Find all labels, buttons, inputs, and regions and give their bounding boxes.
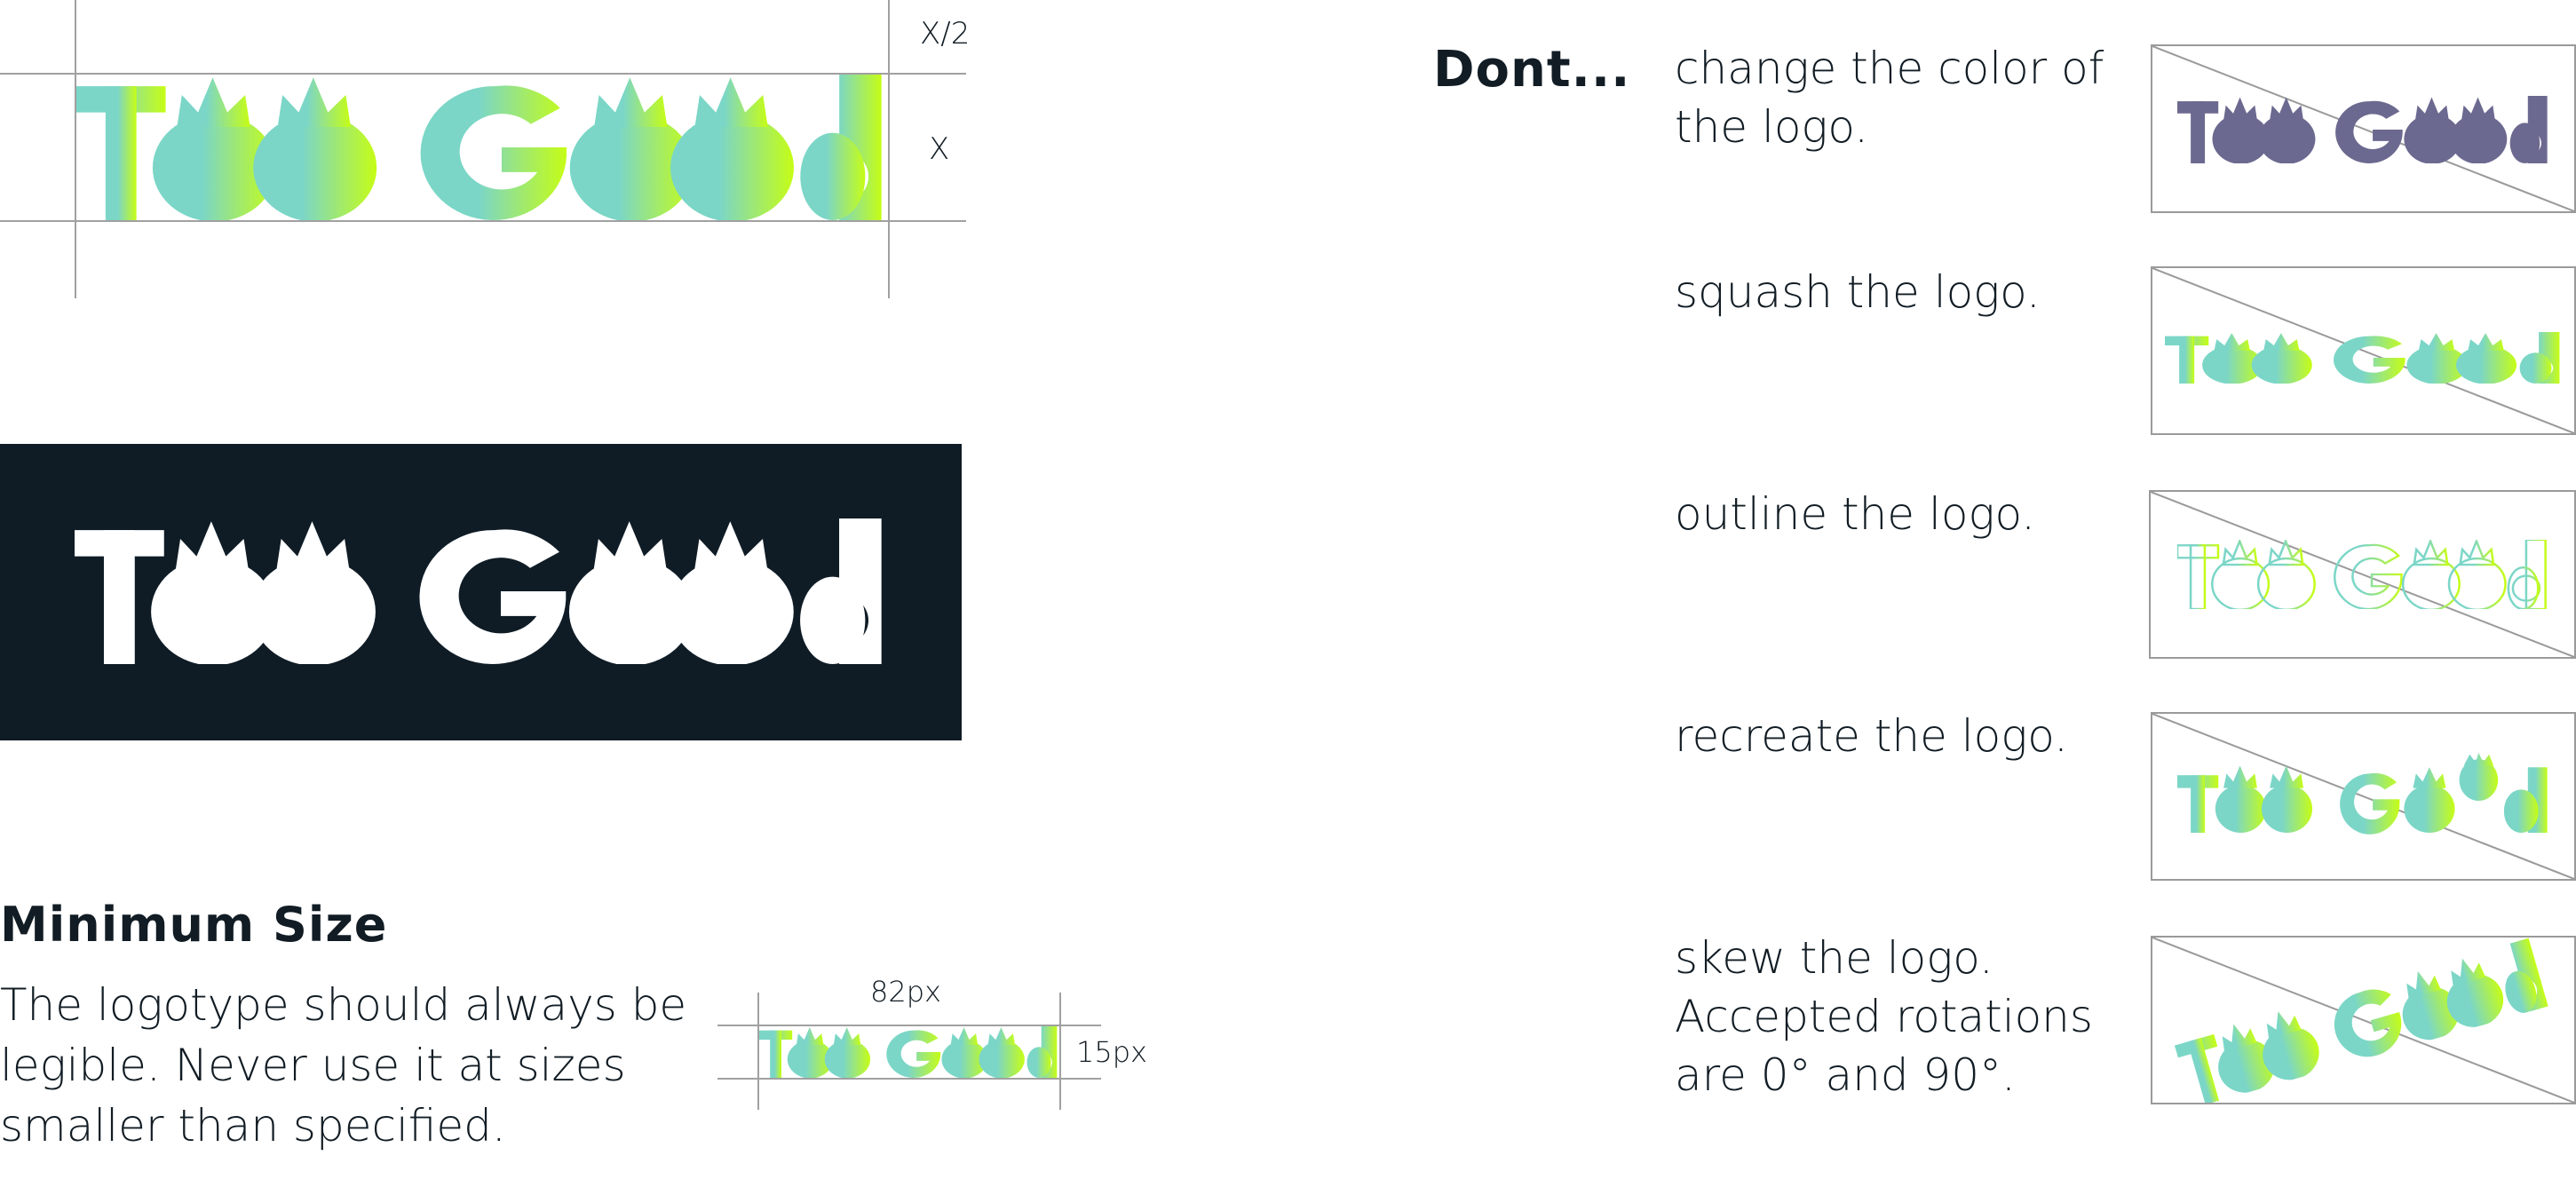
min-guide-right [1059,993,1061,1110]
logo-squashed [2165,332,2563,384]
min-width-label: 82px [870,975,941,1009]
minimum-size-heading: Minimum Size [0,897,388,953]
guide-line-right [888,0,890,298]
primary-logo-gradient [76,75,888,220]
dont-skew-example [2151,936,2576,1104]
guide-line-bottom [0,220,966,222]
dont-text-line: outline the logo. [1675,488,2036,540]
dont-skew-text: skew the logo. Accepted rotations are 0°… [1675,929,2093,1104]
dont-text-line: squash the logo. [1675,266,2041,318]
dont-text-line: change the color of [1675,43,2104,94]
minimum-size-line: The logotype should always be [0,979,687,1031]
logo-white-reversed [75,518,888,664]
min-height-label: 15px [1076,1035,1147,1069]
minimum-size-line: smaller than specified. [0,1100,506,1151]
dark-logo-panel [0,444,962,740]
dont-outline-example [2149,490,2576,659]
minimum-size-body: The logotype should always be legible. N… [0,975,686,1156]
dont-text-line: the logo. [1675,101,1869,153]
dont-squash-example [2151,266,2576,435]
dont-outline-text: outline the logo. [1675,485,2035,543]
dont-squash-text: squash the logo. [1675,263,2041,321]
min-guide-bottom [717,1078,1101,1080]
label-x-half: X/2 [920,16,971,51]
dont-recreate-example [2151,712,2576,881]
logo-recreated [2177,753,2548,835]
minimum-size-line: legible. Never use it at sizes [0,1040,626,1091]
logo-wrong-color [2177,96,2550,163]
dont-color-text: change the color of the logo. [1675,39,2104,156]
label-x: X [929,131,950,167]
dont-text-line: are 0° and 90°. [1675,1049,2016,1101]
donts-heading: Dont... [1433,41,1631,99]
logo-outlined [2177,540,2548,609]
dont-text-line: Accepted rotations [1675,991,2093,1042]
minimum-size-logo [759,1026,1059,1078]
dont-text-line: skew the logo. [1675,932,1993,984]
dont-text-line: recreate the logo. [1675,710,2068,762]
dont-color-example [2151,44,2576,213]
dont-recreate-text: recreate the logo. [1675,707,2068,765]
